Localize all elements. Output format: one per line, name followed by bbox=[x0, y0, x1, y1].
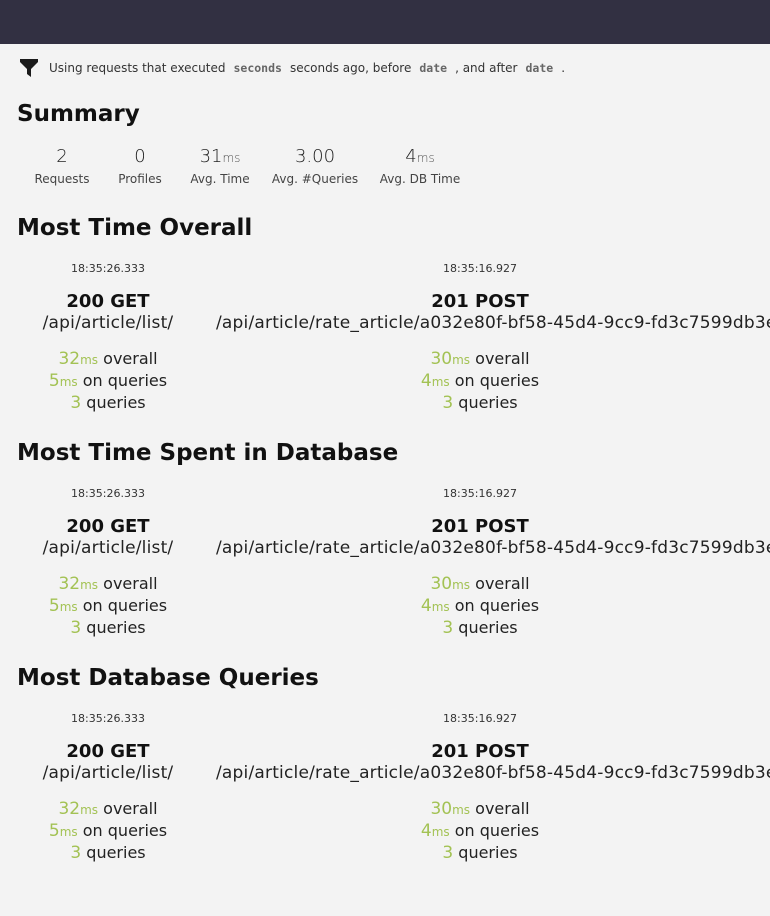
query-count: 3 queries bbox=[70, 618, 146, 638]
db-time: 4ms on queries bbox=[420, 596, 540, 616]
query-count: 3 queries bbox=[70, 843, 146, 863]
request-path: /api/article/list/ bbox=[42, 313, 174, 333]
request-metrics: 30ms overall 4ms on queries 3 queries bbox=[216, 798, 744, 864]
seconds-filter-link[interactable]: seconds bbox=[233, 61, 281, 75]
overall-time: 30ms overall bbox=[430, 799, 530, 819]
request-path: /api/article/list/ bbox=[42, 763, 174, 783]
filter-text-end: . bbox=[561, 61, 566, 75]
request-path: /api/article/rate_article/a032e80f-bf58-… bbox=[216, 313, 770, 333]
after-date-filter-link[interactable]: date bbox=[526, 61, 554, 75]
top-navbar bbox=[0, 0, 770, 44]
db-time: 4ms on queries bbox=[420, 821, 540, 841]
stat-avg-time: 31ms Avg. Time bbox=[170, 146, 270, 186]
filter-text-prefix: Using requests that executed bbox=[49, 61, 226, 75]
section-title-most-time-overall: Most Time Overall bbox=[17, 215, 253, 241]
request-timestamp: 18:35:26.333 bbox=[71, 712, 145, 725]
request-metrics: 32ms overall 5ms on queries 3 queries bbox=[0, 798, 216, 864]
db-time: 4ms on queries bbox=[420, 371, 540, 391]
stat-value: 3.00 bbox=[294, 146, 336, 167]
request-card[interactable]: 18:35:16.927 201 POST /api/article/rate_… bbox=[216, 487, 770, 639]
db-time: 5ms on queries bbox=[48, 371, 168, 391]
request-metrics: 32ms overall 5ms on queries 3 queries bbox=[0, 348, 216, 414]
overall-time: 32ms overall bbox=[58, 799, 158, 819]
request-method-status: 201 POST bbox=[431, 741, 529, 762]
request-timestamp: 18:35:16.927 bbox=[443, 262, 517, 275]
db-time: 5ms on queries bbox=[48, 821, 168, 841]
filter-description: Using requests that executed seconds sec… bbox=[19, 57, 565, 79]
before-date-filter-link[interactable]: date bbox=[419, 61, 447, 75]
request-card[interactable]: 18:35:16.927 201 POST /api/article/rate_… bbox=[216, 262, 770, 414]
overall-time: 32ms overall bbox=[58, 574, 158, 594]
request-card[interactable]: 18:35:26.333 200 GET /api/article/list/ … bbox=[0, 487, 216, 639]
query-count: 3 queries bbox=[442, 618, 518, 638]
overall-time: 30ms overall bbox=[430, 574, 530, 594]
query-count: 3 queries bbox=[442, 393, 518, 413]
request-card[interactable]: 18:35:26.333 200 GET /api/article/list/ … bbox=[0, 262, 216, 414]
stat-value: 31ms bbox=[199, 146, 241, 167]
request-metrics: 32ms overall 5ms on queries 3 queries bbox=[0, 573, 216, 639]
query-count: 3 queries bbox=[70, 393, 146, 413]
db-time: 5ms on queries bbox=[48, 596, 168, 616]
request-metrics: 30ms overall 4ms on queries 3 queries bbox=[216, 573, 744, 639]
request-method-status: 201 POST bbox=[431, 291, 529, 312]
request-method-status: 200 GET bbox=[66, 291, 150, 312]
stat-value: 4ms bbox=[405, 146, 435, 167]
section-title-most-db-queries: Most Database Queries bbox=[17, 665, 319, 691]
request-timestamp: 18:35:26.333 bbox=[71, 262, 145, 275]
request-card[interactable]: 18:35:16.927 201 POST /api/article/rate_… bbox=[216, 712, 770, 864]
filter-icon[interactable] bbox=[19, 58, 39, 78]
overall-time: 32ms overall bbox=[58, 349, 158, 369]
filter-text-mid2: , and after bbox=[455, 61, 518, 75]
request-path: /api/article/rate_article/a032e80f-bf58-… bbox=[216, 538, 770, 558]
filter-text-mid: seconds ago, before bbox=[289, 61, 412, 75]
stat-avg-db-time: 4ms Avg. DB Time bbox=[370, 146, 470, 186]
request-path: /api/article/list/ bbox=[42, 538, 174, 558]
request-path: /api/article/rate_article/a032e80f-bf58-… bbox=[216, 763, 770, 783]
stat-label: Avg. #Queries bbox=[271, 172, 359, 186]
request-metrics: 30ms overall 4ms on queries 3 queries bbox=[216, 348, 744, 414]
stat-avg-queries: 3.00 Avg. #Queries bbox=[265, 146, 365, 186]
request-method-status: 200 GET bbox=[66, 741, 150, 762]
request-method-status: 201 POST bbox=[431, 516, 529, 537]
summary-stats: 2 Requests 0 Profiles 31ms Avg. Time 3.0… bbox=[0, 146, 500, 196]
stat-label: Avg. Time bbox=[190, 172, 250, 186]
summary-title: Summary bbox=[17, 101, 140, 127]
stat-label: Avg. DB Time bbox=[379, 172, 461, 186]
query-count: 3 queries bbox=[442, 843, 518, 863]
request-method-status: 200 GET bbox=[66, 516, 150, 537]
section-title-most-time-db: Most Time Spent in Database bbox=[17, 440, 399, 466]
overall-time: 30ms overall bbox=[430, 349, 530, 369]
request-timestamp: 18:35:16.927 bbox=[443, 712, 517, 725]
request-timestamp: 18:35:16.927 bbox=[443, 487, 517, 500]
request-card[interactable]: 18:35:26.333 200 GET /api/article/list/ … bbox=[0, 712, 216, 864]
request-timestamp: 18:35:26.333 bbox=[71, 487, 145, 500]
